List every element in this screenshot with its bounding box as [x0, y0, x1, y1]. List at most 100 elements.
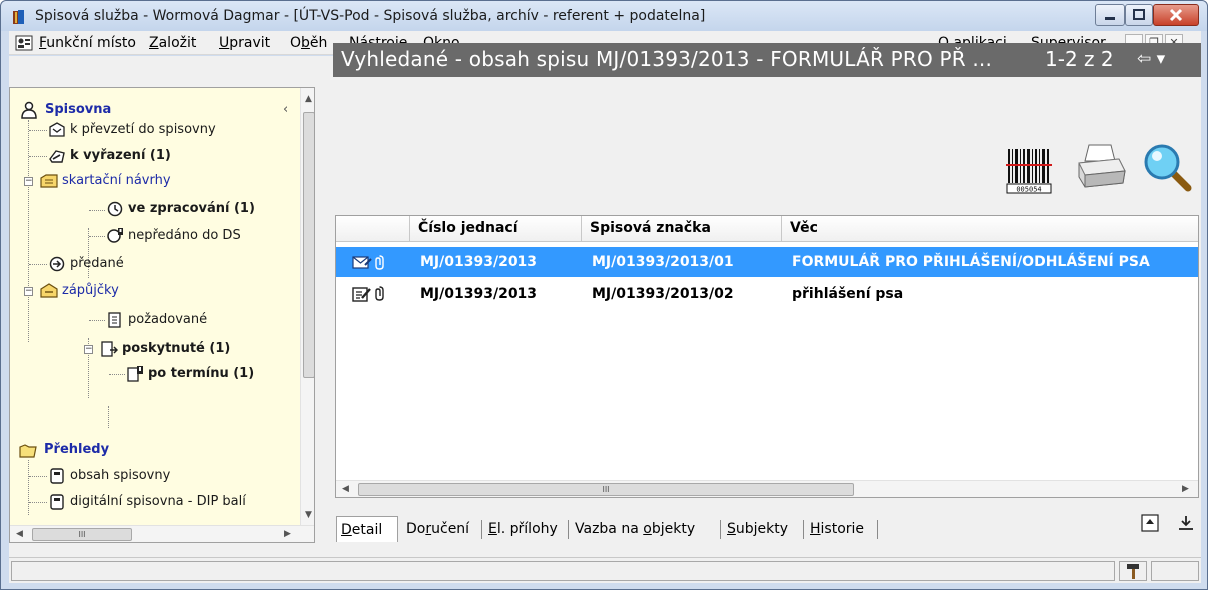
tree-expander[interactable]: − [24, 287, 33, 296]
tree-line [89, 236, 105, 237]
scroll-down-arrow[interactable]: ▼ [305, 510, 312, 520]
loans-icon [40, 283, 58, 298]
tree-line [28, 120, 29, 342]
tree-header-prehledy[interactable]: Přehledy [44, 442, 109, 457]
scroll-thumb[interactable]: III [32, 528, 132, 541]
tab-separator [803, 520, 804, 539]
scroll-left-arrow[interactable]: ◀ [16, 529, 23, 539]
menu-funkcni-misto[interactable]: Funkční místo [39, 35, 136, 51]
menu-zalozit[interactable]: Založit [149, 35, 196, 51]
scroll-right-arrow[interactable]: ▶ [284, 529, 291, 539]
tree-item-obsah-spisovny[interactable]: obsah spisovny [70, 468, 170, 483]
column-header-spisova-znacka[interactable]: Spisová značka [582, 216, 782, 242]
search-icon[interactable] [1141, 141, 1193, 193]
results-count: 1-2 z 2 [1045, 47, 1114, 71]
tab-detail[interactable]: Detail [336, 516, 398, 542]
tree-item-predane[interactable]: předané [70, 256, 124, 271]
cell-cislo-jednaci: MJ/01393/2013 [420, 254, 538, 270]
minimize-icon [1105, 17, 1115, 20]
dock-down-icon[interactable] [1177, 514, 1195, 532]
tree-header-spisovna[interactable]: Spisovna [45, 102, 111, 117]
tree-line [108, 406, 109, 428]
tab-historie[interactable]: Historie [806, 516, 868, 542]
tab-el-prilohy[interactable]: El. přílohy [484, 516, 562, 542]
tab-doruceni[interactable]: Doručení [402, 516, 473, 542]
digital-archive-icon [50, 494, 64, 510]
tree-item-nepredano-do-ds[interactable]: nepředáno do DS [128, 228, 241, 243]
processing-icon [107, 201, 123, 217]
tree-item-poskytnute[interactable]: poskytnuté (1) [122, 341, 230, 356]
tree-line [29, 264, 47, 265]
cell-vec: přihlášení psa [792, 286, 904, 302]
maximize-button[interactable] [1125, 4, 1153, 26]
grid-horizontal-scrollbar[interactable]: ◀ III ▶ [336, 480, 1198, 497]
cell-cislo-jednaci: MJ/01393/2013 [420, 286, 538, 302]
collapse-panel-button[interactable]: ‹ [283, 102, 288, 117]
tree-vertical-scrollbar[interactable]: ▲ ▼ [300, 88, 314, 525]
tree-item-ve-zpracovani[interactable]: ve zpracování (1) [128, 201, 255, 216]
tree-expander[interactable]: − [84, 345, 93, 354]
cell-vec: FORMULÁŘ PRO PŘIHLÁŠENÍ/ODHLÁŠENÍ PSA [792, 254, 1150, 270]
status-panel-extra [1151, 561, 1199, 581]
scroll-thumb[interactable] [303, 112, 314, 378]
tree-item-k-prevzeti[interactable]: k převzetí do spisovny [70, 122, 216, 137]
discard-icon [49, 150, 65, 163]
menu-obeh[interactable]: Oběh [290, 35, 327, 51]
expand-up-icon[interactable] [1141, 514, 1159, 532]
column-header-cislo-jednaci[interactable]: Číslo jednací [410, 216, 582, 242]
minimize-button[interactable] [1095, 4, 1125, 26]
application-window: Spisová služba - Wormová Dagmar - [ÚT-VS… [0, 0, 1208, 590]
person-icon [21, 101, 37, 119]
status-panel-tools[interactable] [1119, 561, 1147, 581]
inbox-icon [49, 122, 65, 137]
tree-item-pozadovane[interactable]: požadované [128, 312, 207, 327]
documents-grid: Číslo jednací Spisová značka Věc MJ/0139… [335, 215, 1199, 498]
tab-separator [720, 520, 721, 539]
back-dropdown-button[interactable]: ⇦ ▾ [1137, 49, 1165, 69]
results-header: Vyhledané - obsah spisu MJ/01393/2013 - … [333, 43, 1201, 77]
scroll-thumb[interactable]: III [358, 483, 854, 496]
app-book-icon [13, 10, 24, 24]
tree-item-k-vyrazeni[interactable]: k vyřazení (1) [70, 148, 171, 163]
table-row[interactable]: MJ/01393/2013 MJ/01393/2013/01 FORMULÁŘ … [336, 247, 1198, 277]
table-row[interactable]: MJ/01393/2013 MJ/01393/2013/02 přihlášen… [336, 279, 1198, 309]
title-bar[interactable]: Spisová služba - Wormová Dagmar - [ÚT-VS… [1, 1, 1207, 31]
tab-separator [481, 520, 482, 539]
overdue-icon [127, 366, 143, 382]
handed-over-icon [49, 256, 65, 272]
menu-upravit[interactable]: Upravit [219, 35, 270, 51]
column-header-vec[interactable]: Věc [782, 216, 1198, 242]
tab-vazba-na-objekty[interactable]: Vazba na objekty [571, 516, 699, 542]
tree-line [89, 320, 105, 321]
barcode-icon[interactable]: 005054 [1006, 146, 1054, 194]
tree-line [28, 460, 29, 515]
attachment-icon [375, 286, 384, 301]
email-icon [352, 256, 372, 269]
navigation-tree: Spisovna ‹ k převzetí do spisovny k vyřa… [9, 87, 315, 543]
close-button[interactable] [1153, 4, 1199, 26]
tree-item-digitalni-spisovna[interactable]: digitální spisovna - DIP balí [70, 494, 246, 509]
tree-horizontal-scrollbar[interactable]: ◀ III ▶ [10, 525, 314, 542]
archive-content-icon [50, 468, 64, 484]
workplace-menu-icon [15, 35, 33, 51]
scroll-right-arrow[interactable]: ▶ [1182, 484, 1189, 494]
tree-expander[interactable]: − [24, 177, 33, 186]
scroll-left-arrow[interactable]: ◀ [342, 484, 349, 494]
tab-separator [877, 520, 878, 539]
tree-line [109, 374, 125, 375]
column-header-icons [336, 216, 410, 242]
cell-spisova-znacka: MJ/01393/2013/02 [592, 286, 734, 302]
hammer-icon [1127, 564, 1139, 579]
folder-open-icon [19, 444, 37, 458]
scroll-up-arrow[interactable]: ▲ [305, 94, 312, 104]
window-title: Spisová služba - Wormová Dagmar - [ÚT-VS… [35, 8, 706, 24]
tree-item-skartacni-navrhy[interactable]: skartační návrhy [62, 173, 171, 188]
shred-proposal-icon [40, 174, 58, 188]
tab-subjekty[interactable]: Subjekty [723, 516, 792, 542]
printer-icon[interactable] [1075, 141, 1127, 191]
tree-item-po-terminu[interactable]: po termínu (1) [148, 366, 254, 381]
not-sent-icon [107, 228, 123, 243]
status-panel-main [11, 561, 1115, 581]
tree-item-zapujcky[interactable]: zápůjčky [62, 283, 119, 298]
tree-line [29, 130, 47, 131]
